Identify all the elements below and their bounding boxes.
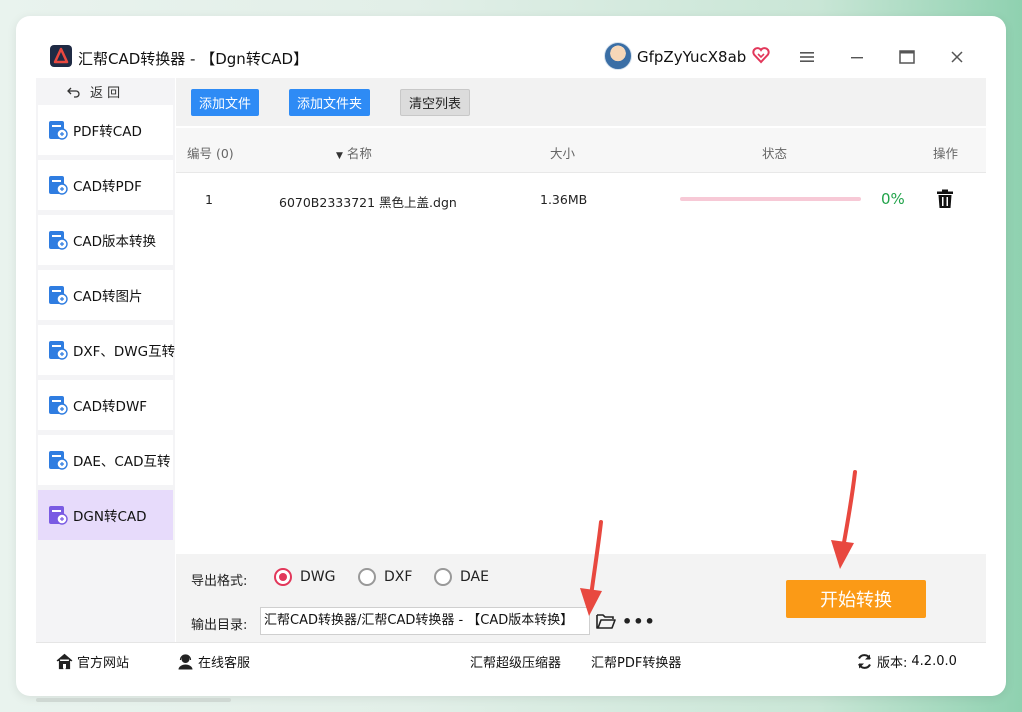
cad-version-icon bbox=[49, 231, 68, 250]
col-name-label: 名称 bbox=[346, 146, 372, 161]
sidebar-item-label: DGN转CAD bbox=[73, 509, 147, 525]
pdf-converter-label: 汇帮PDF转换器 bbox=[591, 656, 682, 671]
version-number: 4.2.0.0 bbox=[911, 654, 957, 669]
col-size-header[interactable]: 大小 bbox=[550, 143, 575, 162]
start-convert-button[interactable]: 开始转换 bbox=[786, 580, 926, 618]
add-file-button[interactable]: 添加文件 bbox=[191, 89, 260, 116]
version-info[interactable]: 版本: 4.2.0.0 bbox=[856, 652, 957, 671]
avatar[interactable] bbox=[604, 42, 632, 70]
close-icon[interactable] bbox=[946, 46, 968, 68]
home-icon bbox=[56, 653, 73, 670]
sort-desc-icon: ▼ bbox=[336, 151, 343, 161]
back-button[interactable]: 返 回 bbox=[66, 82, 120, 101]
annotation-arrow-output-icon bbox=[580, 520, 603, 616]
compressor-label: 汇帮超级压缩器 bbox=[470, 656, 562, 671]
online-support-link[interactable]: 在线客服 bbox=[177, 652, 250, 671]
sidebar-item[interactable]: CAD转PDF bbox=[38, 160, 173, 210]
output-dir-label: 输出目录: bbox=[191, 618, 248, 633]
format-radio-dxf[interactable]: DXF bbox=[358, 568, 412, 586]
cad-to-image-icon bbox=[49, 286, 68, 305]
col-action-header: 操作 bbox=[933, 146, 959, 161]
sidebar-item-label: DAE、CAD互转 bbox=[73, 454, 171, 470]
official-website-link[interactable]: 官方网站 bbox=[56, 652, 129, 671]
add-folder-button[interactable]: 添加文件夹 bbox=[289, 89, 371, 116]
online-support-label: 在线客服 bbox=[198, 656, 251, 671]
vip-heart-icon[interactable] bbox=[751, 45, 771, 65]
status-bar: 官方网站 在线客服 汇帮超级压缩器 汇帮PDF转换器 版本: 4.2.0.0 bbox=[36, 642, 986, 678]
output-path-text: 汇帮CAD转换器/汇帮CAD转换器 - 【CAD版本转换】 bbox=[264, 613, 574, 628]
table-row[interactable]: 1 6070B2333721 黑色上盖.dgn 1.36MB 0% bbox=[176, 174, 986, 224]
radio-unchecked-icon bbox=[434, 568, 452, 586]
col-index-header[interactable]: 编号 (0) bbox=[187, 143, 234, 162]
radio-unchecked-icon bbox=[358, 568, 376, 586]
version-label: 版本: bbox=[877, 656, 908, 671]
support-agent-icon bbox=[178, 654, 193, 670]
row-index: 1 bbox=[205, 192, 213, 207]
dae-cad-icon bbox=[49, 451, 68, 470]
toolbar: 添加文件 添加文件夹 清空列表 bbox=[176, 78, 986, 126]
app-logo-icon bbox=[50, 45, 72, 67]
sidebar-item[interactable]: PDF转CAD bbox=[38, 105, 173, 155]
annotation-arrow-start-icon bbox=[831, 470, 857, 569]
cad-to-pdf-icon bbox=[49, 176, 68, 195]
row-progress-bar bbox=[680, 197, 861, 201]
compressor-link[interactable]: 汇帮超级压缩器 bbox=[470, 652, 561, 671]
back-label: 返 回 bbox=[90, 86, 121, 101]
official-website-label: 官方网站 bbox=[77, 656, 130, 671]
back-arrow-icon bbox=[67, 87, 80, 98]
format-radio-dae[interactable]: DAE bbox=[434, 568, 489, 586]
radio-checked-icon bbox=[274, 568, 292, 586]
format-radio-label: DAE bbox=[460, 569, 489, 585]
file-table-header: 编号 (0) ▼ 名称 大小 状态 操作 bbox=[176, 128, 986, 173]
pdf-converter-link[interactable]: 汇帮PDF转换器 bbox=[591, 652, 681, 671]
maximize-icon[interactable] bbox=[896, 46, 918, 68]
sidebar: 返 回 PDF转CAD CAD转PDF CAD版本转换 CAD转图片 DXF、DWG互转… bbox=[36, 78, 175, 642]
col-status-header: 状态 bbox=[762, 146, 788, 161]
sidebar-item[interactable]: CAD版本转换 bbox=[38, 215, 173, 265]
export-format-label: 导出格式: bbox=[191, 574, 248, 589]
sidebar-item-label: CAD转图片 bbox=[73, 289, 143, 305]
row-progress-text: 0% bbox=[881, 190, 905, 208]
window-shadow-strip bbox=[36, 698, 231, 702]
cad-to-dwf-icon bbox=[49, 396, 68, 415]
refresh-icon bbox=[858, 654, 871, 669]
sidebar-item[interactable]: DGN转CAD bbox=[38, 490, 173, 540]
pdf-to-cad-icon bbox=[49, 121, 68, 140]
sidebar-item[interactable]: DXF、DWG互转 bbox=[38, 325, 176, 375]
format-radio-dwg[interactable]: DWG bbox=[274, 568, 335, 586]
hamburger-menu-icon[interactable] bbox=[796, 46, 818, 68]
sidebar-item-label: PDF转CAD bbox=[73, 124, 142, 140]
dgn-to-cad-icon bbox=[49, 506, 68, 525]
clear-list-button[interactable]: 清空列表 bbox=[400, 89, 471, 116]
format-radio-label: DXF bbox=[384, 569, 413, 585]
row-file-size: 1.36MB bbox=[540, 192, 588, 207]
sidebar-item[interactable]: CAD转图片 bbox=[38, 270, 173, 320]
format-radio-label: DWG bbox=[300, 569, 336, 585]
sidebar-item-label: CAD转PDF bbox=[73, 179, 142, 195]
sidebar-item-label: DXF、DWG互转 bbox=[73, 344, 176, 360]
minimize-icon[interactable] bbox=[846, 46, 868, 68]
sidebar-item-label: CAD版本转换 bbox=[73, 234, 157, 250]
col-name-header[interactable]: ▼ 名称 bbox=[336, 143, 372, 162]
username[interactable]: GfpZyYucX8ab bbox=[637, 48, 746, 66]
more-options-icon[interactable]: ••• bbox=[622, 612, 656, 631]
sidebar-item-label: CAD转DWF bbox=[73, 399, 148, 415]
dxf-dwg-icon bbox=[49, 341, 68, 360]
row-file-name: 6070B2333721 黑色上盖.dgn bbox=[279, 195, 457, 210]
output-path-field[interactable]: 汇帮CAD转换器/汇帮CAD转换器 - 【CAD版本转换】 bbox=[260, 607, 590, 635]
file-table-body: 1 6070B2333721 黑色上盖.dgn 1.36MB 0% bbox=[176, 174, 986, 554]
sidebar-item[interactable]: CAD转DWF bbox=[38, 380, 173, 430]
title-bar: 汇帮CAD转换器 - 【Dgn转CAD】 GfpZyYucX8ab bbox=[36, 40, 980, 76]
sidebar-item[interactable]: DAE、CAD互转 bbox=[38, 435, 173, 485]
delete-trash-icon[interactable] bbox=[936, 189, 954, 209]
window-title: 汇帮CAD转换器 - 【Dgn转CAD】 bbox=[78, 50, 309, 68]
